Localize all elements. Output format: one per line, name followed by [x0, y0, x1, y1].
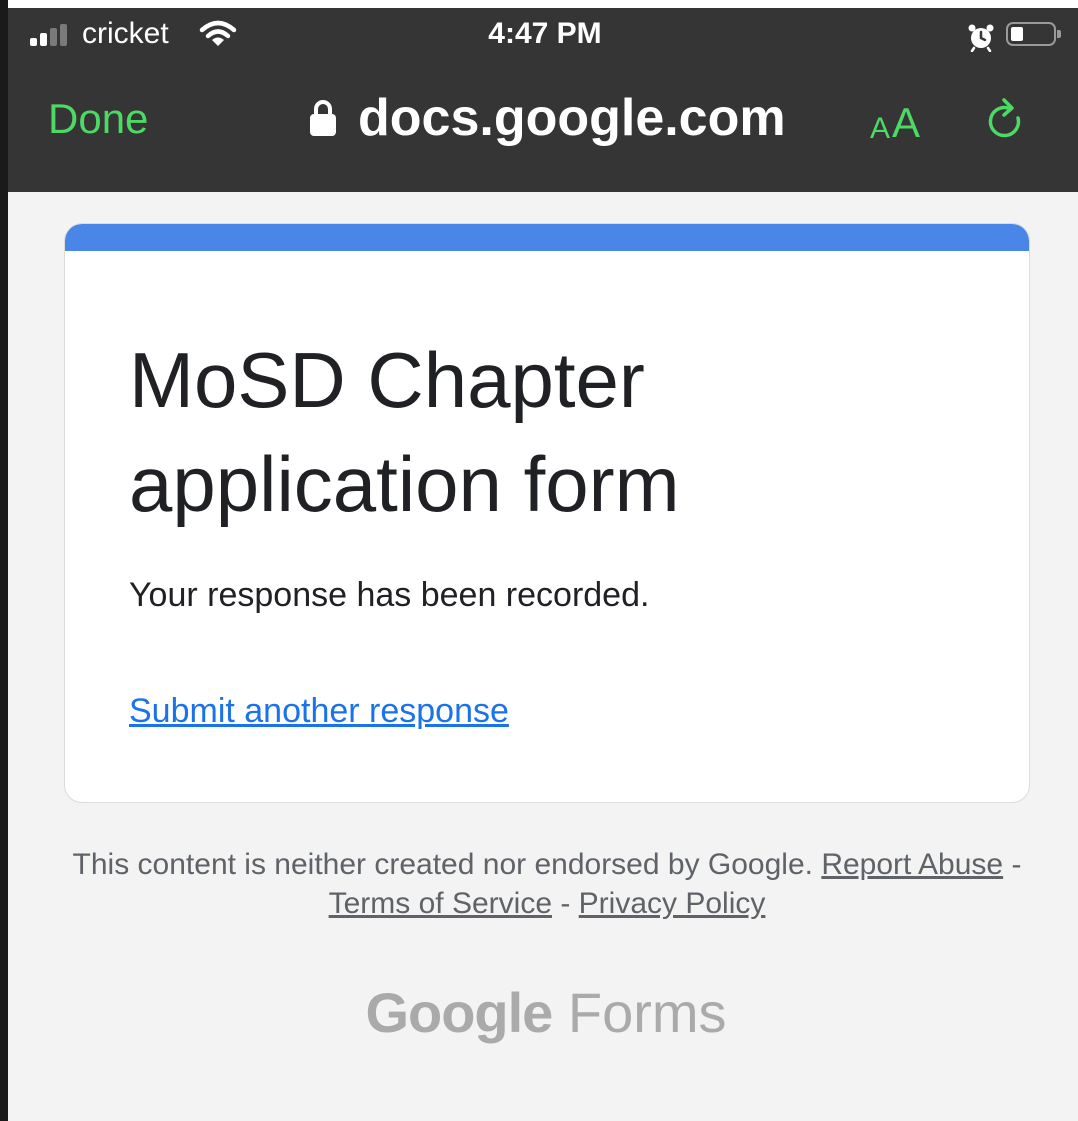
text-size-button[interactable]: A A	[866, 94, 930, 146]
confirmation-message: Your response has been recorded.	[129, 576, 650, 614]
url-text: docs.google.com	[358, 89, 786, 147]
google-forms-logo: Google Forms	[0, 978, 1078, 1048]
text-size-large-letter: A	[892, 99, 921, 146]
lock-icon	[310, 100, 336, 136]
url-bar[interactable]: docs.google.com	[300, 88, 800, 148]
screenshot-left-edge	[0, 0, 8, 1121]
wifi-icon	[199, 20, 237, 46]
browser-chrome: cricket 4:47 PM Done docs.google.com A A	[0, 8, 1078, 192]
form-accent-bar	[65, 224, 1029, 251]
status-time: 4:47 PM	[488, 17, 602, 50]
phone-screen: cricket 4:47 PM Done docs.google.com A A…	[0, 0, 1078, 1121]
alarm-clock-icon	[968, 24, 994, 52]
forms-wordmark: Forms	[567, 981, 727, 1044]
text-size-small-letter: A	[870, 112, 891, 145]
status-bar: cricket 4:47 PM	[0, 8, 1078, 58]
form-title: MoSD Chapter application form	[129, 336, 680, 528]
terms-of-service-link[interactable]: Terms of Service	[329, 887, 552, 920]
separator: -	[552, 887, 579, 920]
screenshot-top-edge	[0, 0, 1078, 8]
reload-icon[interactable]	[982, 96, 1030, 148]
form-footer: This content is neither created nor endo…	[64, 845, 1030, 923]
separator: -	[1003, 848, 1022, 881]
disclaimer-text: This content is neither created nor endo…	[72, 848, 822, 881]
signal-bars-icon	[30, 24, 74, 46]
form-card: MoSD Chapter application form Your respo…	[64, 223, 1030, 803]
privacy-policy-link[interactable]: Privacy Policy	[579, 887, 766, 920]
done-button[interactable]: Done	[48, 94, 148, 144]
submit-another-response-link[interactable]: Submit another response	[129, 690, 509, 732]
google-wordmark: Google	[365, 981, 553, 1044]
battery-icon	[1006, 22, 1061, 46]
carrier-name: cricket	[82, 17, 169, 50]
browser-nav-bar: Done docs.google.com A A	[0, 66, 1078, 166]
report-abuse-link[interactable]: Report Abuse	[821, 848, 1003, 881]
